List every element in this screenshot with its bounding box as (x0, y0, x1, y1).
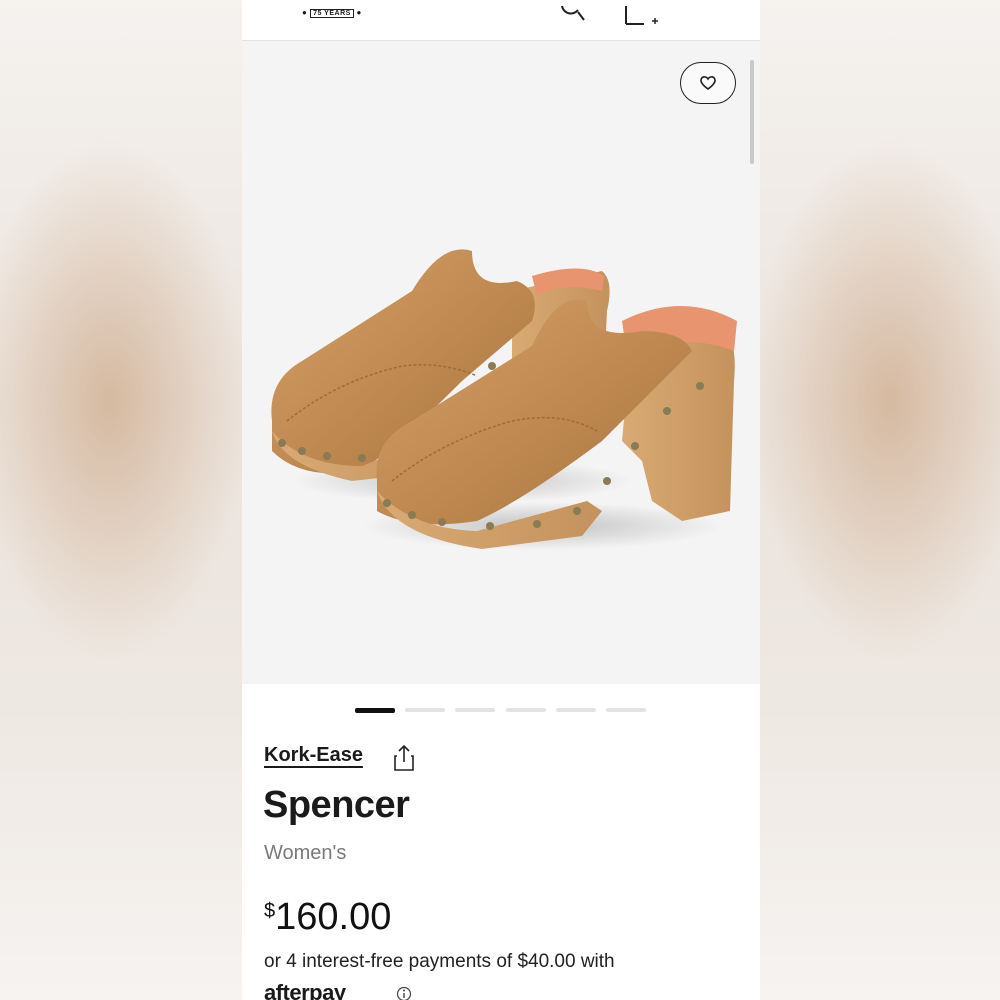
share-icon[interactable] (392, 744, 416, 772)
price-amount: 160.00 (275, 896, 392, 938)
pagination-dot-6[interactable] (606, 708, 646, 712)
pagination-dot-4[interactable] (506, 708, 546, 712)
price-currency: $ (264, 900, 276, 922)
product-title: Spencer (263, 784, 410, 826)
installments-text: or 4 interest-free payments of $40.00 wi… (264, 951, 615, 972)
info-icon[interactable] (396, 986, 412, 1000)
logo-dot-right: ● (356, 8, 362, 17)
bag-icon[interactable] (624, 2, 664, 30)
gallery-pagination[interactable] (355, 708, 655, 713)
product-image-gallery[interactable] (242, 41, 760, 684)
pagination-dot-5[interactable] (556, 708, 596, 712)
brand-link[interactable]: Kork-Ease (264, 744, 363, 767)
wishlist-button[interactable] (680, 62, 736, 104)
logo-dot-left: ● (302, 8, 308, 17)
product-gender: Women's (264, 842, 347, 864)
heart-icon (700, 76, 716, 90)
product-price: $160.00 (264, 896, 391, 939)
logo-text: 75 YEARS (310, 9, 354, 18)
pagination-dot-2[interactable] (405, 708, 445, 712)
product-image (271, 249, 737, 550)
pagination-dot-1[interactable] (355, 708, 395, 713)
afterpay-logo: afterpay (264, 980, 346, 1000)
top-nav-bar: ● 75 YEARS ● (242, 0, 760, 41)
pagination-dot-3[interactable] (455, 708, 495, 712)
brand-logo[interactable]: ● 75 YEARS ● (302, 8, 362, 18)
phone-screen: ● 75 YEARS ● Kork-Ease Spencer Women's $… (242, 0, 760, 1000)
search-icon[interactable] (558, 0, 588, 24)
gallery-scrollbar[interactable] (750, 60, 754, 164)
